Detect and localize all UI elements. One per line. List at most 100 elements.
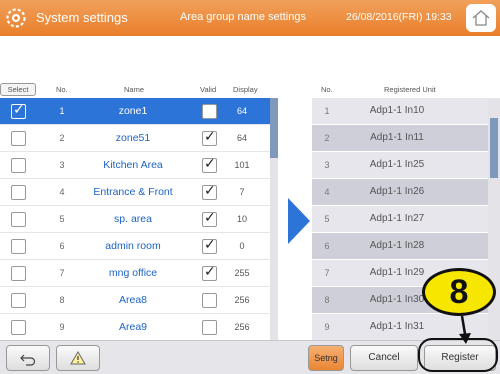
area-name[interactable]: zone51 xyxy=(78,132,188,144)
registered-unit-name: Adp1-1 In26 xyxy=(369,186,425,197)
registered-unit-name: Adp1-1 In28 xyxy=(369,240,425,251)
valid-checkbox[interactable]: ✓ xyxy=(202,263,217,281)
area-name[interactable]: zone1 xyxy=(78,105,188,117)
warning-button[interactable] xyxy=(56,345,100,371)
display-value: 101 xyxy=(234,160,250,170)
check-icon: ✓ xyxy=(204,263,216,279)
column-header-no: No. xyxy=(56,85,68,94)
row-number: 4 xyxy=(59,187,65,197)
list-item[interactable]: 6 Adp1-1 In28 xyxy=(312,233,488,260)
select-checkbox[interactable] xyxy=(11,212,26,227)
registered-unit-name: Adp1-1 In25 xyxy=(369,159,425,170)
row-number: 2 xyxy=(324,133,330,143)
valid-checkbox[interactable] xyxy=(202,320,217,335)
datetime-display: 26/08/2016(FRI) 19:33 xyxy=(346,11,452,23)
valid-checkbox[interactable]: ✓ xyxy=(202,209,217,227)
home-button[interactable] xyxy=(466,4,496,32)
check-icon: ✓ xyxy=(204,101,216,117)
valid-checkbox[interactable]: ✓ xyxy=(202,236,217,254)
list-item[interactable]: 5 Adp1-1 In27 xyxy=(312,206,488,233)
area-name[interactable]: admin room xyxy=(78,240,188,252)
list-item[interactable]: 9 Adp1-1 In31 xyxy=(312,314,488,340)
page-subtitle: Area group name settings xyxy=(180,11,306,23)
check-icon: ✓ xyxy=(204,209,216,225)
area-group-list: ✓ 1 zone1 ✓ 64 2 zone51 ✓ 64 3 Kitchen Area ✓ 101 4 En… xyxy=(0,98,270,340)
row-number: 2 xyxy=(59,133,65,143)
home-icon xyxy=(472,10,490,26)
setting-button[interactable]: Setng xyxy=(308,345,344,371)
registered-unit-name: Adp1-1 In29 xyxy=(369,267,425,278)
row-number: 1 xyxy=(324,106,330,116)
table-row[interactable]: 6 admin room ✓ 0 xyxy=(0,233,270,260)
left-scrollbar-thumb[interactable] xyxy=(270,98,278,158)
table-row[interactable]: 2 zone51 ✓ 64 xyxy=(0,125,270,152)
display-value: 7 xyxy=(239,187,245,197)
list-item[interactable]: 1 Adp1-1 In10 xyxy=(312,98,488,125)
row-number: 6 xyxy=(324,241,330,251)
area-name[interactable]: Entrance & Front xyxy=(78,186,188,198)
select-checkbox[interactable] xyxy=(11,320,26,335)
table-row[interactable]: 9 Area9 256 xyxy=(0,314,270,340)
registered-unit-name: Adp1-1 In10 xyxy=(369,105,425,116)
list-item[interactable]: 3 Adp1-1 In25 xyxy=(312,152,488,179)
valid-checkbox[interactable]: ✓ xyxy=(202,155,217,173)
select-checkbox[interactable] xyxy=(11,158,26,173)
select-checkbox[interactable]: ✓ xyxy=(11,101,26,119)
row-number: 4 xyxy=(324,187,330,197)
check-icon: ✓ xyxy=(204,155,216,171)
cancel-button[interactable]: Cancel xyxy=(350,345,418,371)
valid-checkbox[interactable]: ✓ xyxy=(202,101,217,119)
select-checkbox[interactable] xyxy=(11,239,26,254)
table-row[interactable]: 5 sp. area ✓ 10 xyxy=(0,206,270,233)
select-all-button[interactable]: Select xyxy=(0,83,36,96)
row-number: 8 xyxy=(59,295,65,305)
list-item[interactable]: 4 Adp1-1 In26 xyxy=(312,179,488,206)
column-header-registered-unit: Registered Unit xyxy=(384,85,436,94)
back-arrow-icon xyxy=(20,354,36,366)
row-number: 3 xyxy=(324,160,330,170)
check-icon: ✓ xyxy=(204,128,216,144)
display-value: 64 xyxy=(236,133,247,143)
valid-checkbox[interactable]: ✓ xyxy=(202,182,217,200)
left-scrollbar[interactable] xyxy=(270,98,278,340)
area-name[interactable]: Kitchen Area xyxy=(78,159,188,171)
select-checkbox[interactable] xyxy=(11,293,26,308)
row-number: 6 xyxy=(59,241,65,251)
row-number: 9 xyxy=(324,322,330,332)
right-scrollbar-thumb[interactable] xyxy=(490,118,498,178)
warning-icon xyxy=(70,351,86,365)
row-number: 5 xyxy=(324,214,330,224)
display-value: 0 xyxy=(239,241,245,251)
row-number: 7 xyxy=(59,268,65,278)
list-item[interactable]: 2 Adp1-1 In11 xyxy=(312,125,488,152)
table-row[interactable]: 4 Entrance & Front ✓ 7 xyxy=(0,179,270,206)
select-checkbox[interactable] xyxy=(11,266,26,281)
right-arrow-icon xyxy=(288,198,310,244)
back-button[interactable] xyxy=(6,345,50,371)
table-row[interactable]: 8 Area8 256 xyxy=(0,287,270,314)
left-table-header: Select No. Name Valid Display xyxy=(0,83,270,97)
table-row[interactable]: 3 Kitchen Area ✓ 101 xyxy=(0,152,270,179)
registered-unit-name: Adp1-1 In31 xyxy=(369,321,425,332)
right-table-header: No. Registered Unit xyxy=(312,83,488,97)
table-row[interactable]: 7 mng office ✓ 255 xyxy=(0,260,270,287)
area-name[interactable]: mng office xyxy=(78,267,188,279)
area-name[interactable]: sp. area xyxy=(78,213,188,225)
check-icon: ✓ xyxy=(13,101,25,117)
page-title: System settings xyxy=(36,10,128,25)
row-number: 3 xyxy=(59,160,65,170)
select-checkbox[interactable] xyxy=(11,131,26,146)
select-checkbox[interactable] xyxy=(11,185,26,200)
valid-checkbox[interactable] xyxy=(202,293,217,308)
row-number: 1 xyxy=(59,106,65,116)
row-number: 7 xyxy=(324,268,330,278)
valid-checkbox[interactable]: ✓ xyxy=(202,128,217,146)
gear-icon xyxy=(6,8,26,28)
area-name[interactable]: Area9 xyxy=(78,321,188,333)
register-highlight-ring xyxy=(418,338,498,372)
area-name[interactable]: Area8 xyxy=(78,294,188,306)
row-number: 8 xyxy=(324,295,330,305)
display-value: 64 xyxy=(236,106,247,116)
table-row[interactable]: ✓ 1 zone1 ✓ 64 xyxy=(0,98,270,125)
column-header-name: Name xyxy=(124,85,145,94)
